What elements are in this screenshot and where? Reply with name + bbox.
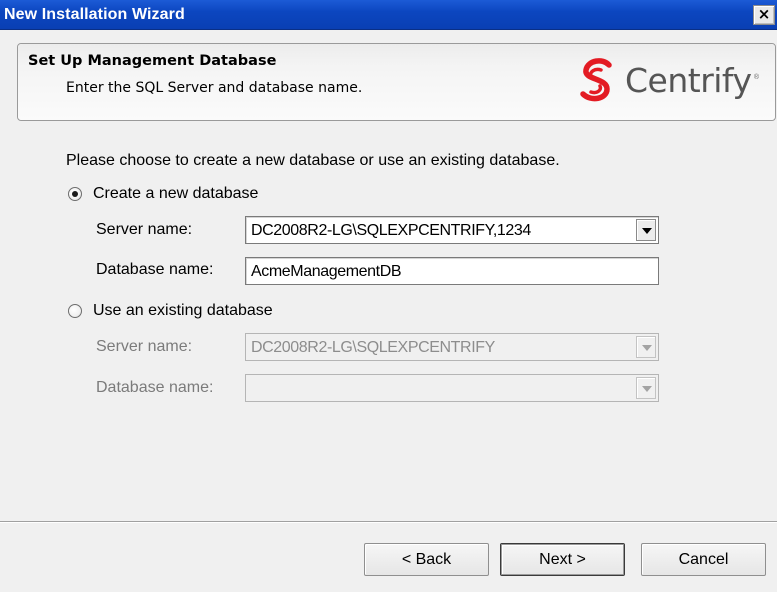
next-button[interactable]: Next >: [500, 543, 625, 576]
new-server-name-combobox[interactable]: DC2008R2-LG\SQLEXPCENTRIFY,1234: [245, 216, 659, 244]
logo-registered-mark: ®: [753, 74, 759, 81]
existing-database-name-combobox: [245, 374, 659, 402]
centrify-logo-icon: [580, 58, 612, 102]
header-panel: Set Up Management Database Enter the SQL…: [17, 43, 776, 121]
chevron-down-icon: [636, 336, 656, 358]
page-title: Set Up Management Database: [28, 53, 277, 69]
existing-server-name-label: Server name:: [96, 338, 193, 355]
chevron-down-icon[interactable]: [636, 219, 656, 241]
existing-server-name-combobox: DC2008R2-LG\SQLEXPCENTRIFY: [245, 333, 659, 361]
chevron-down-icon: [636, 377, 656, 399]
page-subtitle: Enter the SQL Server and database name.: [66, 80, 363, 96]
new-database-name-input[interactable]: AcmeManagementDB: [245, 257, 659, 285]
centrify-logo: Centrify ®: [577, 56, 759, 106]
existing-database-name-label: Database name:: [96, 379, 214, 396]
logo-text: Centrify: [625, 61, 752, 100]
new-database-name-label: Database name:: [96, 261, 214, 278]
new-server-name-value: DC2008R2-LG\SQLEXPCENTRIFY,1234: [251, 222, 531, 239]
cancel-button[interactable]: Cancel: [641, 543, 766, 576]
title-bar: New Installation Wizard ×: [0, 0, 777, 30]
use-existing-database-label[interactable]: Use an existing database: [93, 302, 273, 320]
existing-server-name-value: DC2008R2-LG\SQLEXPCENTRIFY: [251, 339, 495, 356]
close-button[interactable]: ×: [753, 5, 775, 25]
use-existing-database-radio[interactable]: [68, 304, 82, 318]
window-title: New Installation Wizard: [4, 6, 185, 23]
new-server-name-label: Server name:: [96, 221, 193, 238]
instruction-text: Please choose to create a new database o…: [66, 152, 560, 169]
back-button[interactable]: < Back: [364, 543, 489, 576]
create-new-database-label[interactable]: Create a new database: [93, 185, 258, 203]
footer-divider: [0, 521, 777, 523]
new-database-name-value: AcmeManagementDB: [251, 263, 402, 280]
create-new-database-radio[interactable]: [68, 187, 82, 201]
